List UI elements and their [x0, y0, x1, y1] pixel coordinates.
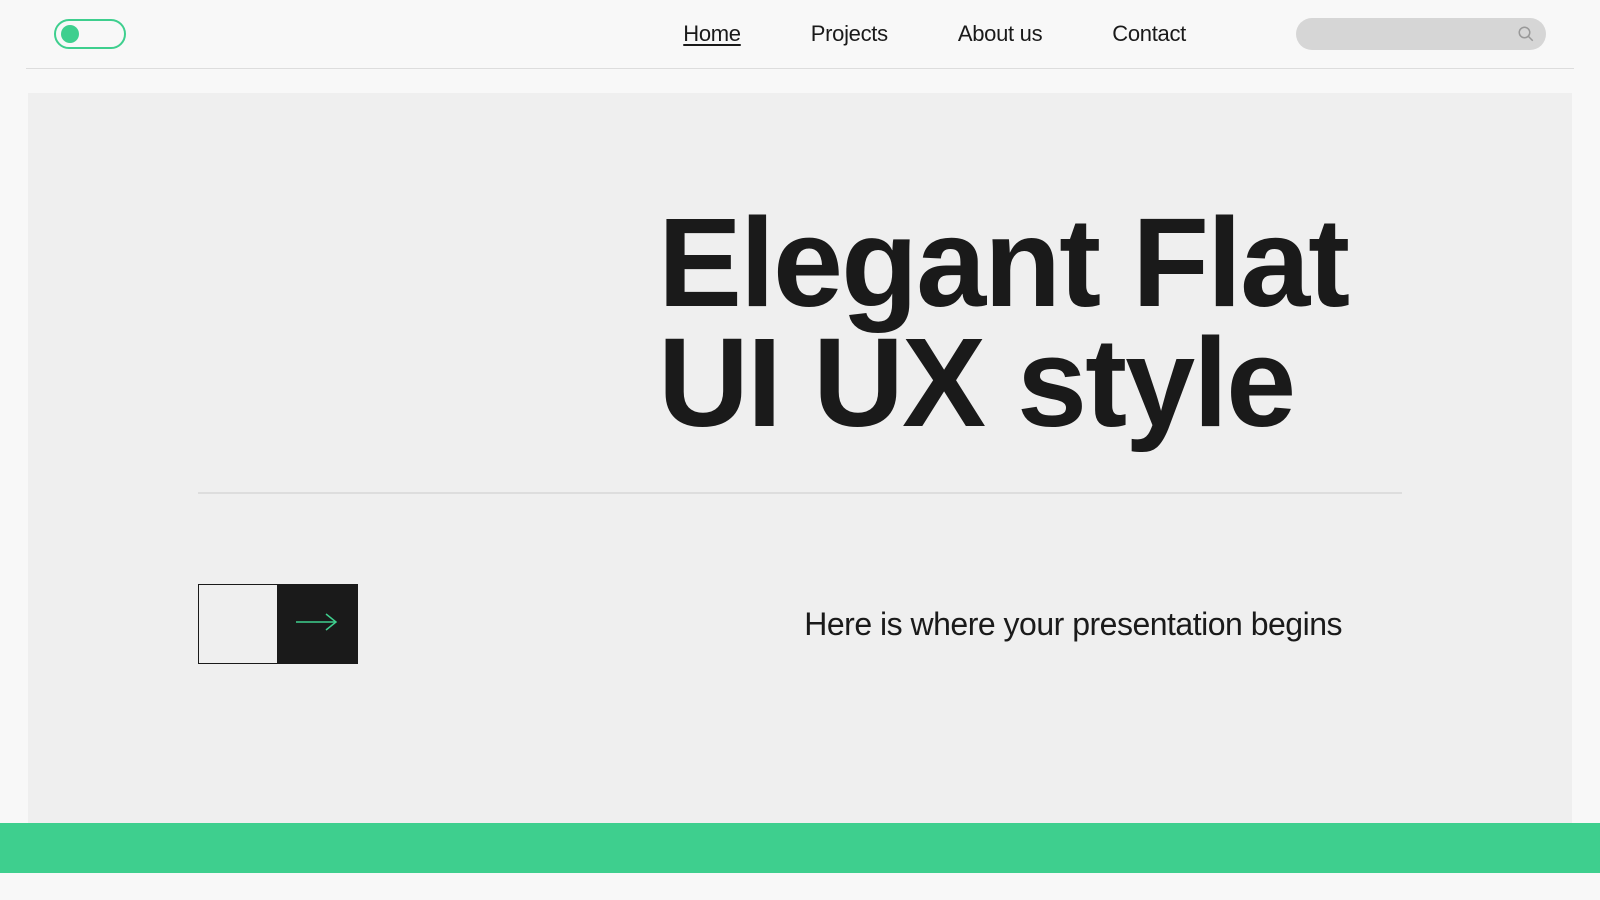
nav-home[interactable]: Home	[683, 21, 741, 47]
nav-about[interactable]: About us	[958, 21, 1042, 47]
title-line-1: Elegant Flat	[658, 203, 1422, 323]
toggle-knob	[61, 25, 79, 43]
search-icon	[1516, 24, 1536, 44]
search-input[interactable]	[1296, 18, 1546, 50]
bottom-row: Here is where your presentation begins	[178, 584, 1422, 664]
hero-section: Elegant Flat UI UX style Here is where y…	[28, 93, 1572, 823]
hero-title: Elegant Flat UI UX style	[658, 203, 1422, 442]
footer-bar	[0, 823, 1600, 873]
header: Home Projects About us Contact	[26, 0, 1574, 69]
box-outline[interactable]	[198, 584, 278, 664]
nav-group: Home Projects About us Contact	[683, 18, 1546, 50]
divider	[198, 492, 1402, 494]
next-button[interactable]	[278, 584, 358, 664]
nav-contact[interactable]: Contact	[1112, 21, 1186, 47]
title-line-2: UI UX style	[658, 323, 1422, 443]
nav-projects[interactable]: Projects	[811, 21, 888, 47]
toggle-switch[interactable]	[54, 19, 126, 49]
box-pair	[198, 584, 358, 664]
arrow-right-icon	[294, 610, 342, 639]
hero-subtitle: Here is where your presentation begins	[804, 606, 1342, 643]
